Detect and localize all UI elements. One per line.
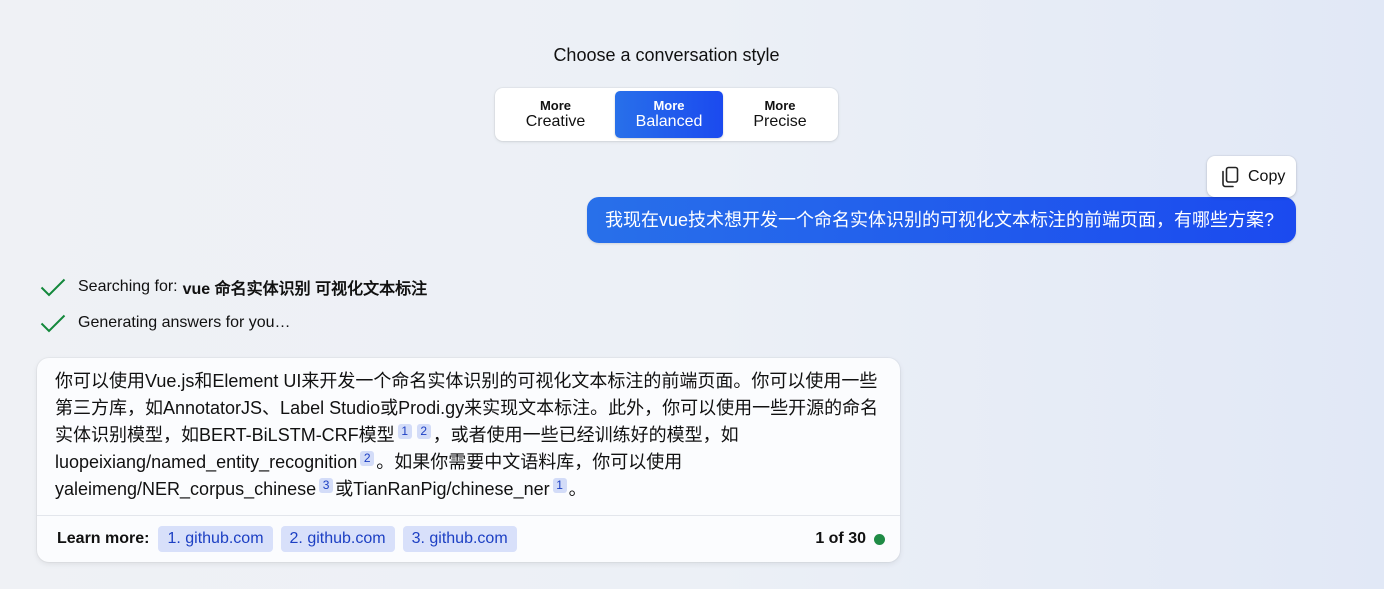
progress-label: Generating answers for you…	[78, 314, 291, 331]
answer-text: 你可以使用Vue.js和Element UI来开发一个命名实体识别的可视化文本标…	[37, 358, 900, 515]
style-option-prefix: More	[653, 97, 685, 113]
turn-counter: 1 of 30	[815, 530, 866, 547]
checkmark-icon	[40, 314, 66, 333]
answer-card: 你可以使用Vue.js和Element UI来开发一个命名实体识别的可视化文本标…	[37, 358, 900, 562]
user-message-bubble: 我现在vue技术想开发一个命名实体识别的可视化文本标注的前端页面，有哪些方案?	[586, 197, 1296, 243]
copy-icon	[1220, 166, 1240, 188]
citation-badge-3[interactable]: 3	[319, 478, 334, 493]
answer-text-run: 实体识别模型，如BERT-BiLSTM-CRF模型	[55, 425, 395, 445]
answer-footer: Learn more: 1. github.com 2. github.com …	[37, 515, 900, 562]
checkmark-icon	[40, 278, 66, 297]
answer-line: yaleimeng/NER_corpus_chinese 3 或TianRanPig…	[55, 476, 882, 503]
answer-text-run: 第三方库，如AnnotatorJS、Label Studio或Prodi.gy来…	[55, 398, 879, 418]
source-link-1[interactable]: 1. github.com	[158, 526, 273, 552]
status-dot-icon	[874, 533, 885, 545]
progress-label: Searching for:	[78, 278, 178, 295]
citation-badge-2[interactable]: 2	[416, 424, 431, 439]
answer-text-run: luopeixiang/named_entity_recognition	[55, 452, 358, 472]
style-option-prefix: More	[764, 97, 796, 113]
source-link-2[interactable]: 2. github.com	[280, 526, 395, 552]
answer-text-run: 或TianRanPig/chinese_ner	[335, 479, 550, 499]
style-option-precise[interactable]: More Precise	[725, 91, 835, 138]
answer-text-run: 你可以使用Vue.js和Element UI来开发一个命名实体识别的可视化文本标…	[55, 371, 878, 391]
answer-text-run: ，或者使用一些已经训练好的模型，如	[432, 425, 739, 445]
copy-button[interactable]: Copy	[1207, 156, 1296, 197]
citation-badge-1[interactable]: 1	[552, 478, 567, 493]
answer-text-run: 。如果你需要中文语料库，你可以使用	[376, 452, 683, 472]
style-option-balanced[interactable]: More Balanced	[615, 91, 723, 138]
style-picker-heading: Choose a conversation style	[553, 45, 780, 65]
copy-button-label: Copy	[1248, 167, 1286, 185]
style-option-creative[interactable]: More Creative	[498, 91, 613, 138]
answer-line: 实体识别模型，如BERT-BiLSTM-CRF模型 1 2 ，或者使用一些已经训练好的…	[55, 422, 882, 449]
style-option-label: Balanced	[635, 112, 703, 130]
answer-text-run: yaleimeng/NER_corpus_chinese	[55, 479, 317, 499]
progress-searching: Searching for: vue 命名实体识别 可视化文本标注	[40, 275, 427, 299]
style-option-prefix: More	[539, 97, 572, 113]
conversation-style-picker: More Creative More Balanced More Precise	[495, 88, 838, 141]
learn-more-label: Learn more:	[57, 530, 150, 547]
search-query: vue 命名实体识别 可视化文本标注	[182, 281, 428, 298]
answer-line: 第三方库，如AnnotatorJS、Label Studio或Prodi.gy来…	[55, 395, 882, 422]
answer-line: luopeixiang/named_entity_recognition 2 。如果…	[55, 449, 882, 476]
progress-generating: Generating answers for you…	[40, 311, 296, 335]
user-message-text: 我现在vue技术想开发一个命名实体识别的可视化文本标注的前端页面，有哪些方案?	[604, 210, 1274, 230]
style-option-label: Precise	[753, 112, 807, 130]
citation-badge-1[interactable]: 1	[397, 424, 412, 439]
answer-line: 你可以使用Vue.js和Element UI来开发一个命名实体识别的可视化文本标…	[55, 368, 882, 395]
source-link-3[interactable]: 3. github.com	[402, 526, 517, 552]
answer-text-run: 。	[568, 479, 587, 499]
citation-badge-2[interactable]: 2	[360, 451, 375, 466]
style-option-label: Creative	[525, 112, 586, 130]
